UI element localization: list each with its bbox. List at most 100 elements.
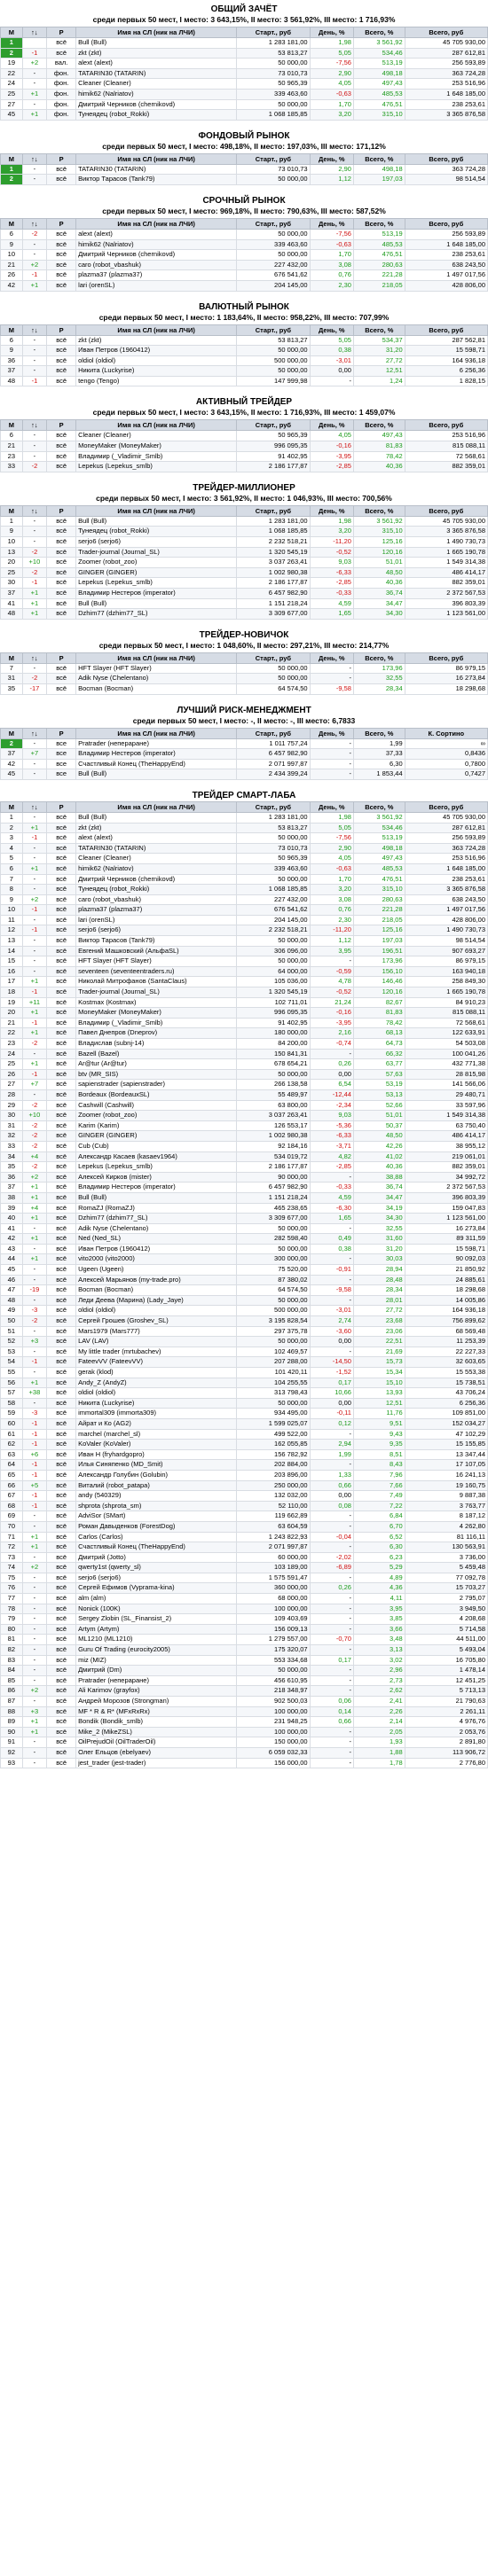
name-cell[interactable]: Pratrader (непераране) [75, 1674, 238, 1687]
column-header[interactable]: Имя на СЛ (ник на ЛЧИ) [75, 152, 238, 165]
name-cell[interactable]: Ugeen (Ugeen) [75, 1264, 238, 1276]
name-cell[interactable]: sapienstrader (sapienstrader) [75, 1079, 238, 1090]
name-cell[interactable]: Carlos (Carlos) [75, 1531, 238, 1543]
name-cell[interactable]: Bull (Bull) [75, 1191, 238, 1204]
column-header[interactable]: М [0, 800, 23, 813]
name-cell[interactable]: Алексей Кирков (mister) [75, 1171, 238, 1183]
column-header[interactable]: Старт., руб [236, 324, 311, 336]
column-header[interactable]: Имя на СЛ (ник на ЛЧИ) [75, 419, 238, 432]
column-header[interactable]: ↑↓ [21, 800, 48, 813]
name-cell[interactable]: Айрат и Ко (AG2) [75, 1417, 238, 1430]
name-cell[interactable]: Kostmax (Kostmax) [75, 996, 238, 1009]
name-cell[interactable]: Тунеядец (robot_Rokki) [75, 884, 238, 895]
column-header[interactable]: ↑↓ [21, 419, 48, 432]
column-header[interactable]: М [0, 217, 23, 230]
name-cell[interactable]: zkt (zkt) [75, 822, 238, 834]
name-cell[interactable]: vito2000 (vito2000) [75, 1253, 238, 1266]
column-header[interactable]: ↑↓ [21, 504, 48, 517]
column-header[interactable]: Всего, % [352, 27, 405, 38]
name-cell[interactable]: Никита (Luckyrise) [75, 1397, 238, 1409]
name-cell[interactable]: Олег Ельцов (ebelyaev) [75, 1746, 238, 1759]
name-cell[interactable]: tengo (Tengo) [75, 375, 238, 387]
name-cell[interactable]: RomaZJ (RomaZJ) [75, 1202, 238, 1214]
name-cell[interactable]: lari (orenSL) [75, 914, 238, 926]
column-header[interactable]: Всего, руб [404, 800, 488, 813]
column-header[interactable]: День, % [309, 419, 354, 432]
name-cell[interactable]: Тунеядец (robot_Rokki) [75, 109, 238, 121]
name-cell[interactable]: Bull (Bull) [75, 37, 238, 49]
column-header[interactable]: Всего, % [352, 324, 405, 336]
name-cell[interactable]: Счастливый Конец (TheHappyEnd) [75, 758, 238, 770]
name-cell[interactable]: Trader-journal (Journal_SL) [75, 987, 238, 998]
name-cell[interactable]: HFT Slayer (HFT Slayer) [75, 662, 238, 675]
name-cell[interactable]: Bazell (Bazel) [75, 1048, 238, 1060]
name-cell[interactable]: Cub (Cub) [75, 1140, 238, 1152]
name-cell[interactable]: MF * R & R* (MFxRxRx) [75, 1706, 238, 1718]
name-cell[interactable]: Роман Давыденков (ForestDog) [75, 1520, 238, 1533]
name-cell[interactable]: MoneyMaker (MoneyMaker) [75, 441, 238, 452]
column-header[interactable]: Старт., руб [236, 419, 311, 432]
column-header[interactable]: Всего, руб [404, 217, 488, 230]
name-cell[interactable]: Иван Н (fryhardgopro) [75, 1448, 238, 1461]
name-cell[interactable]: immortal309 (immorta309) [75, 1408, 238, 1419]
column-header[interactable]: Всего, % [352, 504, 405, 517]
name-cell[interactable]: Илья Синяпенко (MD_Smit) [75, 1459, 238, 1471]
name-cell[interactable]: TATARIN30 (TATARIN) [75, 67, 238, 80]
name-cell[interactable]: Lepekus (Lepekus_smlb) [75, 1161, 238, 1173]
name-cell[interactable]: Adik Nyse (Chelentano) [75, 673, 238, 684]
name-cell[interactable]: Artym (Artym) [75, 1623, 238, 1635]
column-header[interactable]: М [0, 324, 23, 336]
column-header[interactable]: ↑↓ [21, 27, 48, 38]
name-cell[interactable]: Lepekus (Lepekus_smlb) [75, 461, 238, 472]
name-cell[interactable]: Виктор Тарасов (Tank79) [75, 935, 238, 947]
column-header[interactable]: Старт., руб [236, 504, 311, 517]
column-header[interactable]: Р [46, 727, 77, 739]
name-cell[interactable]: MoneyMaker (MoneyMaker) [75, 1007, 238, 1019]
name-cell[interactable]: marchel (marchel_sl) [75, 1428, 238, 1440]
name-cell[interactable]: Дмитрий (Jotto) [75, 1551, 238, 1564]
column-header[interactable]: М [0, 504, 23, 517]
column-header[interactable]: День, % [309, 324, 354, 336]
column-header[interactable]: Р [46, 800, 77, 813]
name-cell[interactable]: Bondik (Bondik_smlb) [75, 1716, 238, 1728]
name-cell[interactable]: Счастливый Конец (TheHappyEnd) [75, 1542, 238, 1553]
name-cell[interactable]: Ali Karimov (grayfox) [75, 1685, 238, 1697]
name-cell[interactable]: Владимир (_Vladimir_Smlb) [75, 1017, 238, 1029]
name-cell[interactable]: FateevVV (FateevVV) [75, 1356, 238, 1368]
column-header[interactable]: День, % [309, 727, 354, 739]
name-cell[interactable]: Pratrader (непераране) [75, 738, 238, 750]
column-header[interactable]: День, % [309, 652, 354, 664]
column-header[interactable]: Р [46, 217, 77, 230]
column-header[interactable]: День, % [309, 152, 354, 165]
name-cell[interactable]: Андрей Морозов (Strongman) [75, 1696, 238, 1707]
name-cell[interactable]: qwerty1st (qwerty_sl) [75, 1562, 238, 1573]
name-cell[interactable]: Виталий (robot_patapa) [75, 1479, 238, 1492]
name-cell[interactable]: Bull (Bull) [75, 769, 238, 780]
column-header[interactable]: Всего, % [352, 652, 405, 664]
name-cell[interactable]: himik62 (Nalriatov) [75, 238, 238, 251]
column-header[interactable]: Всего, руб [404, 419, 488, 432]
name-cell[interactable]: oldiol (oldiol) [75, 1305, 238, 1317]
name-cell[interactable]: Mike_2 (MikeZSL) [75, 1726, 238, 1738]
name-cell[interactable]: OilPrejudOil (OilTraderOil) [75, 1737, 238, 1748]
name-cell[interactable]: Cleaner (Cleaner) [75, 78, 238, 90]
name-cell[interactable]: zkt (zkt) [75, 334, 238, 347]
name-cell[interactable]: Владимир Нестеров (imperator) [75, 748, 238, 760]
name-cell[interactable]: Lepekus (Lepekus_smlb) [75, 577, 238, 589]
name-cell[interactable]: miz (MIZ) [75, 1654, 238, 1667]
name-cell[interactable]: Иван Петров (1960412) [75, 345, 238, 356]
name-cell[interactable]: serjo6 (serjo6) [75, 536, 238, 548]
name-cell[interactable]: My little trader (mrtubachev) [75, 1346, 238, 1358]
name-cell[interactable]: oldiol (oldiol) [75, 1387, 238, 1399]
column-header[interactable]: Старт., руб [236, 800, 311, 813]
name-cell[interactable]: Bordeaux (BordeauxSL) [75, 1089, 238, 1101]
name-cell[interactable]: alext (alext) [75, 228, 238, 240]
name-cell[interactable]: Владимир Нестеров (imperator) [75, 588, 238, 599]
name-cell[interactable]: Александр Касаев (kasaev1964) [75, 1151, 238, 1163]
column-header[interactable]: М [0, 152, 23, 165]
name-cell[interactable]: btv (MR_SIS) [75, 1068, 238, 1081]
name-cell[interactable]: LAV (LAV) [75, 1336, 238, 1347]
name-cell[interactable]: gerak (klod) [75, 1367, 238, 1378]
column-header[interactable]: ↑↓ [21, 217, 48, 230]
name-cell[interactable]: Andy_Z (AndyZ) [75, 1377, 238, 1389]
